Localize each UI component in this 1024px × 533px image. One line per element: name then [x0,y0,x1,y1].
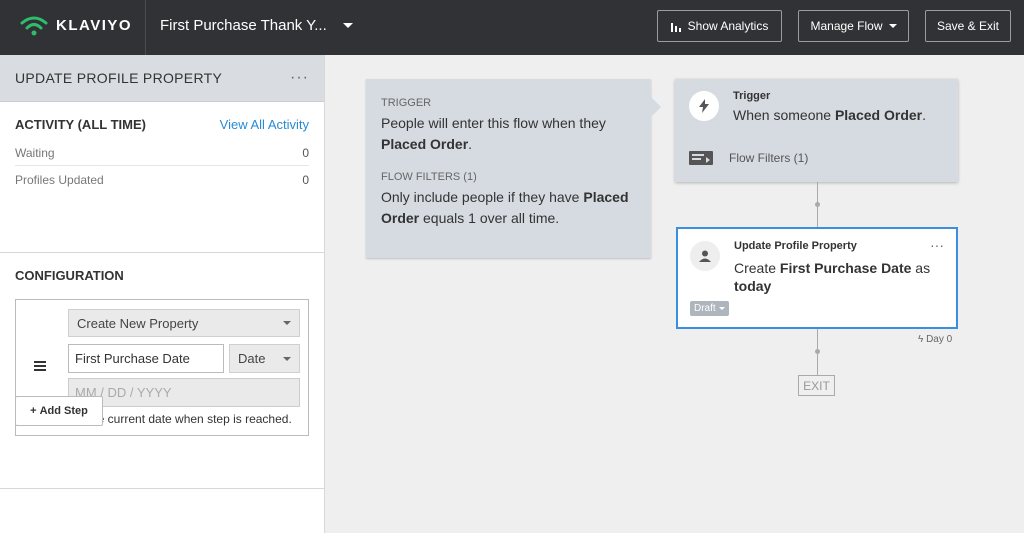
stat-label: Profiles Updated [15,173,104,187]
chevron-down-icon [888,24,897,28]
stat-row-waiting: Waiting 0 [15,139,309,166]
activity-title: ACTIVITY (ALL TIME) [15,117,146,132]
exit-node: EXIT [798,375,835,396]
sidebar-header: UPDATE PROFILE PROPERTY ··· [0,55,324,102]
trigger-metric: Placed Order [381,136,469,152]
stat-value: 0 [302,146,309,160]
save-exit-button[interactable]: Save & Exit [925,10,1011,42]
connector-node[interactable] [815,349,820,354]
manage-flow-label: Manage Flow [810,19,883,33]
drag-handle-icon[interactable] [34,361,46,373]
trigger-card-text-post: . [922,107,926,123]
more-options-icon[interactable]: ··· [290,69,309,87]
stat-row-profiles-updated: Profiles Updated 0 [15,166,309,192]
trigger-text: People will enter this flow when they [381,115,606,131]
property-type-select[interactable]: Date [229,344,300,373]
chevron-down-icon [283,321,291,325]
manage-flow-button[interactable]: Manage Flow [798,10,909,42]
action-value: today [734,278,772,294]
flow-name: First Purchase Thank Y... [160,17,327,34]
header-divider [145,0,146,55]
trigger-card-text-pre: When someone [733,107,835,123]
chevron-down-icon [283,356,291,361]
flow-filters-label: FLOW FILTERS (1) [381,171,477,183]
property-type-value: Date [238,351,266,366]
flow-name-dropdown[interactable]: First Purchase Thank Y... [160,17,353,34]
trigger-card-label: Trigger [733,90,771,102]
delay-text: Day 0 [926,334,953,345]
stat-value: 0 [302,173,309,187]
delay-label: ϟ Day 0 [918,334,952,345]
activity-section: ACTIVITY (ALL TIME) View All Activity Wa… [0,102,324,253]
show-analytics-button[interactable]: Show Analytics [657,10,782,42]
sidebar: UPDATE PROFILE PROPERTY ··· ACTIVITY (AL… [0,55,325,533]
person-icon [690,241,720,271]
draft-status-dropdown[interactable]: Draft [690,301,729,316]
chevron-down-icon [342,23,353,28]
configuration-section: CONFIGURATION Create New Property First … [0,253,324,489]
trigger-card-filters-label: Flow Filters (1) [729,151,809,165]
top-bar: KLAVIYO First Purchase Thank Y... Show A… [0,0,1024,55]
configuration-title: CONFIGURATION [15,268,124,283]
filters-text: Only include people if they have [381,189,580,205]
action-property-name: First Purchase Date [779,260,912,276]
plus-icon: + [30,405,37,417]
trigger-text-end: . [468,136,473,152]
chevron-down-icon [718,307,725,310]
bar-chart-icon [670,22,681,32]
trigger-card-metric: Placed Order [834,107,923,123]
logo-text: KLAVIYO [56,16,133,34]
use-current-date-label: Use current date when step is reached. [83,412,292,426]
lightning-small-icon: ϟ [918,334,924,345]
action-card-label: Update Profile Property [734,240,857,252]
action-select-value: Create New Property [77,315,199,331]
action-text-pre: Create [734,260,780,276]
add-step-button[interactable]: + Add Step [15,396,103,426]
property-name-input[interactable]: First Purchase Date [68,344,224,373]
lightning-icon [689,91,719,121]
klaviyo-logo[interactable]: KLAVIYO [20,14,132,36]
filter-icon [689,151,713,165]
action-text-mid: as [911,260,931,276]
show-analytics-label: Show Analytics [687,19,769,33]
filters-text-end: equals 1 over all time. [419,210,560,226]
update-profile-property-card[interactable]: Update Profile Property ··· Create First… [676,227,958,329]
add-step-label: Add Step [39,405,88,417]
connector-node[interactable] [815,202,820,207]
sidebar-title: UPDATE PROFILE PROPERTY [15,70,223,86]
trigger-description: People will enter this flow when they Pl… [381,113,636,155]
view-all-activity-link[interactable]: View All Activity [220,117,309,132]
property-name-value: First Purchase Date [75,351,190,366]
draft-status-label: Draft [694,303,716,314]
trigger-card-text: When someone Placed Order. [733,107,926,123]
action-select[interactable]: Create New Property [68,309,300,337]
trigger-label: TRIGGER [381,97,432,109]
action-card-text: Create First Purchase Date as today [734,259,944,295]
trigger-info-panel: TRIGGER People will enter this flow when… [366,79,661,258]
stat-label: Waiting [15,146,55,160]
save-exit-label: Save & Exit [936,19,1000,33]
trigger-card[interactable]: Trigger When someone Placed Order. Flow … [675,79,958,182]
action-card-menu-icon[interactable]: ··· [930,237,944,253]
wifi-logo-icon [20,16,48,36]
trigger-card-filters[interactable]: Flow Filters (1) [689,151,808,165]
flow-filters-description: Only include people if they have Placed … [381,187,636,229]
